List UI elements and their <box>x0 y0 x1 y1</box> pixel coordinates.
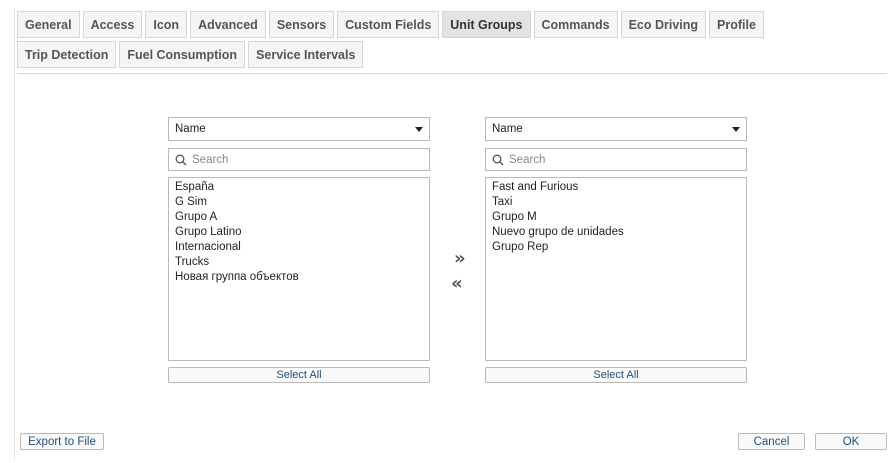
tab-sensors[interactable]: Sensors <box>268 11 335 38</box>
tab-eco-driving[interactable]: Eco Driving <box>620 11 707 38</box>
tab-fuel-consumption[interactable]: Fuel Consumption <box>119 41 246 68</box>
search-icon <box>492 154 504 165</box>
tab-icon[interactable]: Icon <box>145 11 188 38</box>
tab-divider <box>17 73 887 74</box>
list-item[interactable]: G Sim <box>175 195 423 210</box>
tab-service-intervals[interactable]: Service Intervals <box>248 41 364 68</box>
chevron-down-icon <box>732 126 740 132</box>
right-sort-select[interactable]: Name <box>485 117 747 141</box>
export-to-file-button[interactable]: Export to File <box>20 433 104 450</box>
tab-custom-fields[interactable]: Custom Fields <box>337 11 440 38</box>
left-search-field[interactable] <box>168 148 430 171</box>
tab-bar: General Access Icon Advanced Sensors Cus… <box>17 11 877 71</box>
ok-button[interactable]: OK <box>815 433 887 450</box>
tab-general[interactable]: General <box>17 11 80 38</box>
list-item[interactable]: Fast and Furious <box>492 180 740 195</box>
right-select-all-button[interactable]: Select All <box>485 367 747 383</box>
available-groups-list[interactable]: España G Sim Grupo A Grupo Latino Intern… <box>168 177 430 361</box>
list-item[interactable]: Taxi <box>492 195 740 210</box>
tab-row-2: Trip Detection Fuel Consumption Service … <box>17 41 877 68</box>
left-select-all-button[interactable]: Select All <box>168 367 430 383</box>
list-item[interactable]: Grupo Latino <box>175 225 423 240</box>
list-item[interactable]: Internacional <box>175 240 423 255</box>
chevron-down-icon <box>415 126 423 132</box>
left-search-input[interactable] <box>192 153 412 166</box>
list-item[interactable]: Новая группа объектов <box>175 270 423 285</box>
tab-trip-detection[interactable]: Trip Detection <box>17 41 117 68</box>
cancel-button[interactable]: Cancel <box>738 433 805 450</box>
assigned-groups-panel: Name Fast and Furious Taxi Grupo M Nuevo… <box>485 117 747 383</box>
tab-profile[interactable]: Profile <box>709 11 764 38</box>
move-left-button[interactable]: « <box>451 275 463 293</box>
list-item[interactable]: España <box>175 180 423 195</box>
left-sort-value: Name <box>175 123 206 135</box>
search-icon <box>175 154 187 165</box>
tab-advanced[interactable]: Advanced <box>190 11 266 38</box>
list-item[interactable]: Grupo Rep <box>492 240 740 255</box>
move-right-button[interactable]: » <box>454 250 466 268</box>
dialog-body <box>14 8 889 461</box>
tab-commands[interactable]: Commands <box>533 11 618 38</box>
list-item[interactable]: Nuevo grupo de unidades <box>492 225 740 240</box>
list-item[interactable]: Trucks <box>175 255 423 270</box>
tab-row-1: General Access Icon Advanced Sensors Cus… <box>17 11 877 38</box>
assigned-groups-list[interactable]: Fast and Furious Taxi Grupo M Nuevo grup… <box>485 177 747 361</box>
tab-access[interactable]: Access <box>82 11 143 38</box>
right-search-field[interactable] <box>485 148 747 171</box>
right-sort-value: Name <box>492 123 523 135</box>
tab-unit-groups[interactable]: Unit Groups <box>442 11 531 38</box>
right-search-input[interactable] <box>509 153 729 166</box>
list-item[interactable]: Grupo A <box>175 210 423 225</box>
available-groups-panel: Name España G Sim Grupo A Grupo Latino I… <box>168 117 430 383</box>
left-sort-select[interactable]: Name <box>168 117 430 141</box>
list-item[interactable]: Grupo M <box>492 210 740 225</box>
